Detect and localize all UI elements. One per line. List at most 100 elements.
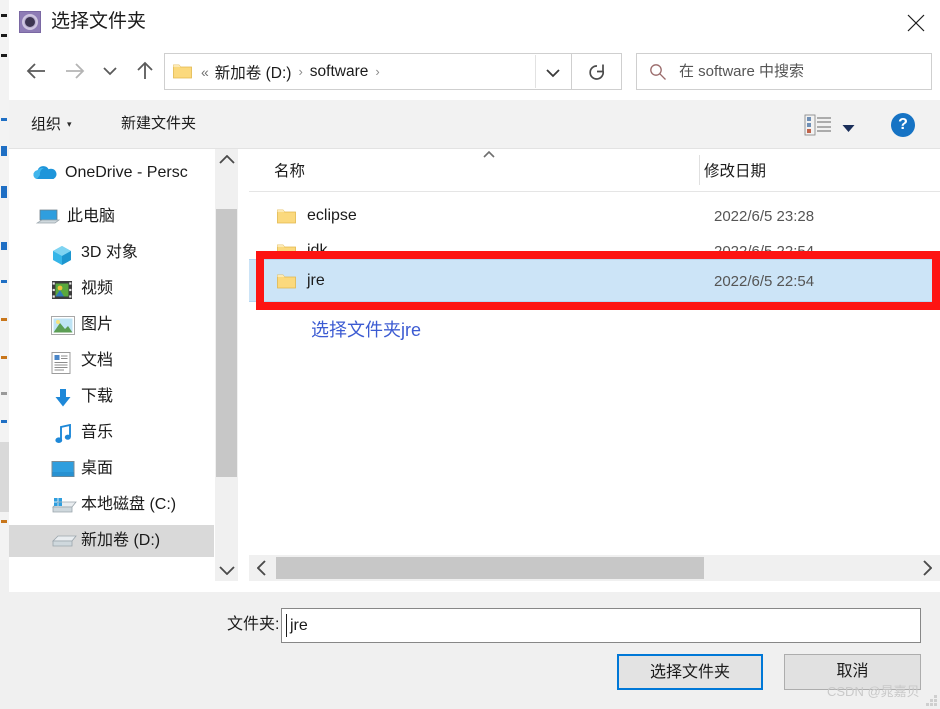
onedrive-cloud-icon [33,166,57,179]
sidebar-item-label: 此电脑 [67,208,116,225]
breadcrumb-overflow[interactable]: « [201,64,215,80]
folder-name-input[interactable]: jre [281,608,921,643]
refresh-button[interactable] [572,53,622,90]
table-row[interactable]: eclipse 2022/6/5 23:28 [249,201,940,232]
horizontal-scrollbar-thumb[interactable] [276,557,704,579]
navigation-bar: « 新加卷 (D:) › software › 在 software 中搜索 [9,44,940,100]
folder-icon [277,209,296,224]
sidebar-item-music[interactable]: 音乐 [9,417,214,449]
close-button[interactable] [892,0,940,44]
gear-icon [19,11,41,33]
sidebar-item-onedrive[interactable]: OneDrive - Persc [9,157,214,189]
file-name: eclipse [307,207,357,224]
sidebar-item-this-pc[interactable]: 此电脑 [9,201,214,233]
folder-icon [277,274,296,289]
sidebar-item-label: 3D 对象 [81,244,138,261]
breadcrumb-separator-1[interactable]: › [291,64,309,79]
page-title: 选择文件夹 [51,11,147,32]
sort-ascending-icon [483,150,495,158]
sidebar-item-new-volume-d[interactable]: 新加卷 (D:) [9,525,214,557]
column-header-name[interactable]: 名称 [274,161,305,183]
toolbar: 组织 ▾ 新建文件夹 ? [9,100,940,149]
list-left-gutter [241,149,249,557]
blue-annotation-text: 选择文件夹jre [311,320,422,340]
breadcrumb-chevron-down-icon[interactable] [535,55,570,88]
sidebar-item-3d-objects[interactable]: 3D 对象 [9,237,214,269]
content-area: OneDrive - Persc 此电脑 3D 对象 视频 图片 文档 下载 音… [9,149,940,592]
sidebar-scrollbar[interactable] [214,149,238,581]
table-row[interactable]: jre 2022/6/5 22:54 [249,259,940,302]
local-disk-icon [52,498,77,513]
sidebar-item-label: OneDrive - Persc [65,164,188,181]
file-name: jre [307,272,325,289]
sidebar-item-label: 新加卷 (D:) [81,532,161,549]
csdn-watermark: CSDN @晁嘉贝 [827,684,920,699]
file-date: 2022/6/5 23:28 [714,208,815,225]
chevron-down-icon: ▾ [67,119,72,129]
sidebar-item-downloads[interactable]: 下载 [9,381,214,413]
resize-grip-icon [925,694,937,706]
pictures-icon [51,316,75,335]
title-bar: 选择文件夹 [9,0,940,44]
sidebar-item-label: 文档 [81,352,114,369]
search-icon [650,64,666,80]
scroll-left-arrow-icon[interactable] [249,555,275,581]
column-headers: 名称 修改日期 [249,149,940,192]
column-header-date[interactable]: 修改日期 [704,161,766,183]
sidebar-item-label: 视频 [81,280,114,297]
drive-icon [52,535,77,547]
search-placeholder: 在 software 中搜索 [679,63,805,80]
sidebar-item-videos[interactable]: 视频 [9,273,214,305]
scroll-right-arrow-icon[interactable] [914,555,940,581]
organize-label: 组织 [31,116,62,133]
sidebar-item-label: 图片 [81,316,114,333]
folder-icon [277,244,296,259]
breadcrumb[interactable]: « 新加卷 (D:) › software › [164,53,572,90]
music-icon [55,424,71,443]
sidebar: OneDrive - Persc 此电脑 3D 对象 视频 图片 文档 下载 音… [9,149,214,581]
file-date: 2022/6/5 22:54 [714,273,815,290]
downloads-icon [55,389,71,407]
sidebar-item-label: 下载 [81,388,114,405]
folder-name-value: jre [290,617,308,634]
folder-icon [173,64,192,79]
recent-locations-chevron-down-icon[interactable] [95,52,125,90]
3d-objects-icon [53,246,71,265]
scroll-up-arrow-icon[interactable] [215,149,238,171]
organize-menu-button[interactable]: 组织 ▾ [31,112,72,137]
breadcrumb-segment-drive[interactable]: 新加卷 (D:) [215,61,292,83]
sidebar-scrollbar-thumb[interactable] [216,209,237,477]
help-button[interactable]: ? [891,113,915,137]
this-pc-icon [36,209,60,224]
breadcrumb-segment-software[interactable]: software [310,63,369,81]
sidebar-item-label: 桌面 [81,460,114,477]
forward-arrow-icon[interactable] [56,52,94,90]
sidebar-item-label: 本地磁盘 (C:) [81,496,177,513]
desktop-icon [51,461,75,477]
up-arrow-icon[interactable] [127,52,165,90]
scroll-down-arrow-icon[interactable] [215,559,238,581]
sidebar-item-desktop[interactable]: 桌面 [9,453,214,485]
videos-icon [52,281,72,299]
sidebar-item-local-disk-c[interactable]: 本地磁盘 (C:) [9,489,214,521]
search-input[interactable]: 在 software 中搜索 [636,53,932,90]
column-divider[interactable] [699,155,700,185]
select-folder-button[interactable]: 选择文件夹 [617,654,763,690]
screenshot-root: 选择文件夹 « 新加卷 (D:) › software › 在 software… [0,0,940,709]
new-folder-button[interactable]: 新建文件夹 [121,112,196,136]
breadcrumb-separator-2[interactable]: › [368,64,386,79]
folder-field-label: 文件夹: [227,616,280,633]
folder-picker-dialog: 选择文件夹 « 新加卷 (D:) › software › 在 software… [9,0,940,709]
sidebar-item-pictures[interactable]: 图片 [9,309,214,341]
file-list-horizontal-scrollbar[interactable] [249,555,940,581]
view-options-icon[interactable] [804,113,834,137]
file-list: 名称 修改日期 eclipse 2022/6/5 23:28 jdk 2022/… [249,149,940,557]
sidebar-item-label: 音乐 [81,424,114,441]
help-label: ? [898,116,908,133]
documents-icon [51,352,71,374]
text-caret [286,614,287,637]
sidebar-item-documents[interactable]: 文档 [9,345,214,377]
view-options-chevron-down-icon[interactable] [842,120,855,138]
breadcrumb-items: « 新加卷 (D:) › software › [201,54,387,89]
back-arrow-icon[interactable] [17,52,55,90]
